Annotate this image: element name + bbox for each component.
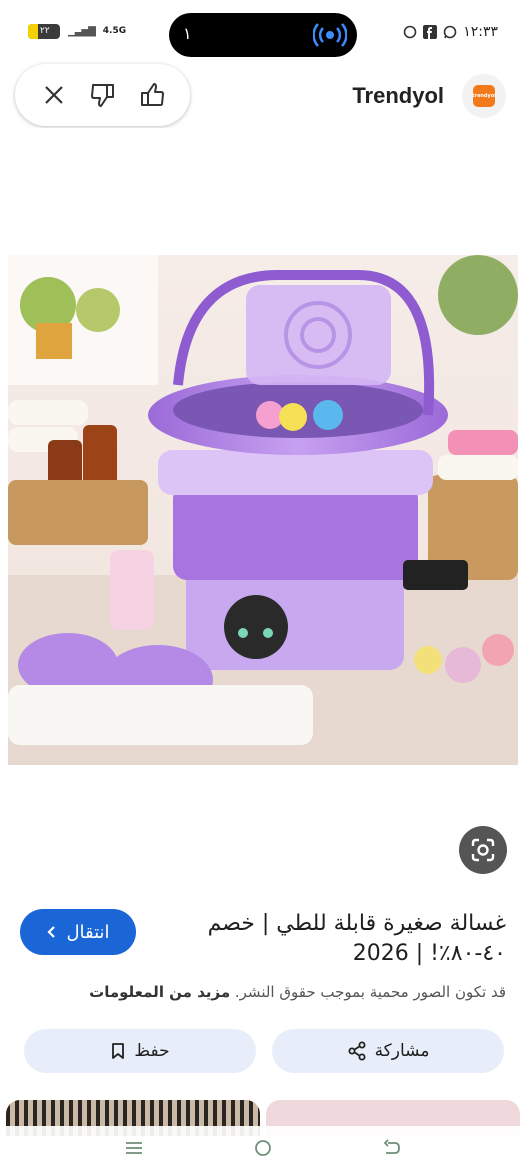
- share-icon: [348, 1041, 366, 1061]
- share-button[interactable]: مشاركة: [272, 1029, 504, 1073]
- home-icon[interactable]: [253, 1138, 273, 1158]
- chevron-left-icon: [47, 926, 56, 938]
- thumbs-up-icon: [140, 83, 164, 106]
- system-navigation-bar: [0, 1126, 526, 1169]
- status-right: ١٢:٣٣: [403, 24, 498, 40]
- copyright-notice: قد تكون الصور محمية بموجب حقوق النشر. مز…: [26, 983, 506, 1001]
- close-button[interactable]: [38, 79, 70, 111]
- island-number: ١: [183, 24, 192, 43]
- source-brand[interactable]: Trendyol trendyol: [352, 74, 506, 118]
- menu-icon[interactable]: [124, 1140, 144, 1156]
- broadcast-icon: [313, 23, 347, 47]
- product-photo: [8, 255, 518, 765]
- dislike-button[interactable]: [87, 79, 119, 111]
- brand-logo: trendyol: [462, 74, 506, 118]
- facebook-icon: [423, 25, 438, 39]
- visit-button[interactable]: انتقال: [20, 909, 136, 955]
- back-icon[interactable]: [382, 1138, 402, 1157]
- chat-icon: [403, 25, 417, 39]
- signal-icon: ▁▃▅▇: [68, 26, 96, 37]
- like-button[interactable]: [136, 79, 168, 111]
- dynamic-island[interactable]: ١: [169, 13, 357, 57]
- bookmark-icon: [112, 1043, 125, 1059]
- save-label: حفظ: [134, 1041, 170, 1061]
- lens-button[interactable]: [459, 826, 507, 874]
- share-label: مشاركة: [374, 1041, 430, 1061]
- result-title[interactable]: غسالة صغيرة قابلة للطي | خصم ٤٠-٨٠٪! | 2…: [186, 909, 506, 969]
- save-button[interactable]: حفظ: [24, 1029, 256, 1073]
- battery-level: ٢٢: [40, 26, 50, 36]
- close-icon: [44, 86, 63, 104]
- washing-machine-image: [8, 255, 518, 765]
- status-bar: ٢٢ ▁▃▅▇ 4.5G ١ ١٢:٣٣: [0, 0, 526, 66]
- visit-label: انتقال: [66, 921, 110, 943]
- clock: ١٢:٣٣: [463, 24, 498, 40]
- network-type: 4.5G: [102, 26, 127, 36]
- brand-logo-mark: trendyol: [472, 85, 496, 107]
- image-preview[interactable]: [8, 128, 518, 893]
- feedback-pill: [15, 64, 190, 126]
- whatsapp-icon: [443, 25, 457, 39]
- brand-name: Trendyol: [352, 83, 444, 108]
- more-info-link[interactable]: مزيد من المعلومات: [89, 983, 230, 1001]
- battery-icon: ٢٢: [28, 24, 60, 39]
- google-lens-icon: [471, 838, 495, 862]
- thumbs-down-icon: [90, 84, 114, 107]
- status-left: ٢٢ ▁▃▅▇ 4.5G: [28, 24, 126, 39]
- rights-text: قد تكون الصور محمية بموجب حقوق النشر.: [234, 983, 506, 1001]
